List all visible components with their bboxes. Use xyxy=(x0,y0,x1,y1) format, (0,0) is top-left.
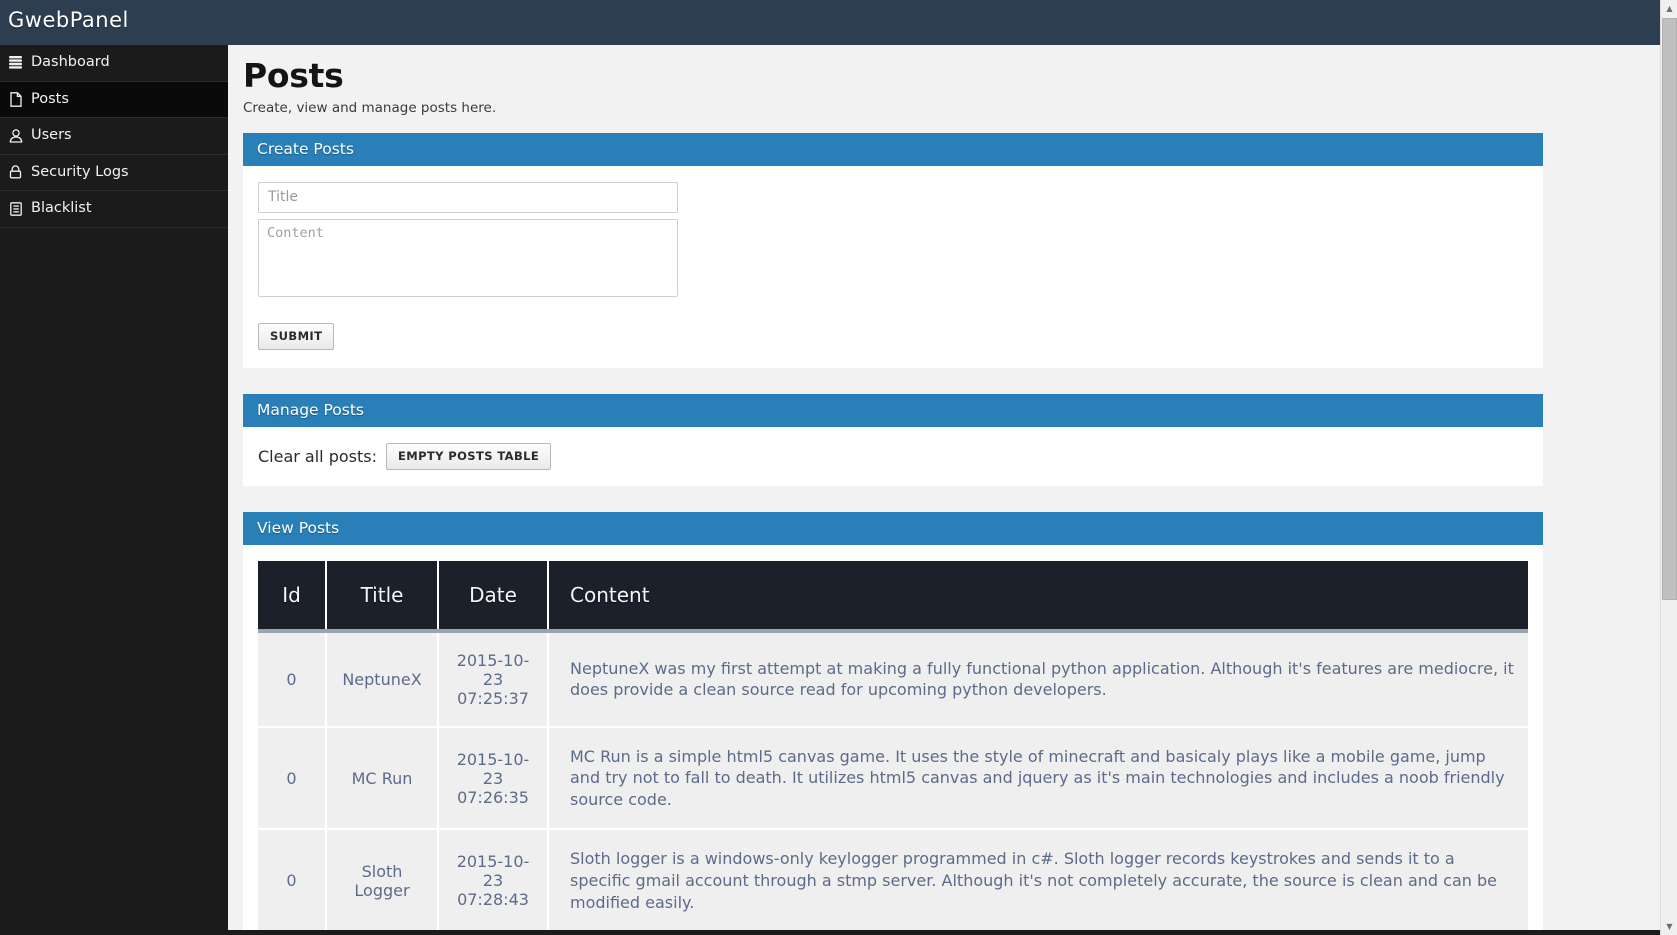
cell-id: 0 xyxy=(258,726,327,831)
post-title-input[interactable] xyxy=(258,181,678,213)
sidebar-item-label: Posts xyxy=(31,90,69,107)
sidebar-item-label: Users xyxy=(31,127,72,143)
view-posts-heading: View Posts xyxy=(243,511,1543,545)
cell-title: Sloth Logger xyxy=(326,829,439,934)
submit-button[interactable]: SUBMIT xyxy=(258,322,335,350)
cell-content: Sloth logger is a windows-only keylogger… xyxy=(548,829,1528,934)
cell-content: NeptuneX was my first attempt at making … xyxy=(548,630,1528,728)
admin-panel-window: GwebPanel Dashboard Posts Users Security… xyxy=(0,0,1677,935)
user-icon xyxy=(7,129,24,143)
manage-posts-panel: Manage Posts Clear all posts: EMPTY POST… xyxy=(243,393,1543,486)
scroll-down-arrow-icon[interactable]: ▼ xyxy=(1661,918,1677,935)
empty-posts-table-button[interactable]: EMPTY POSTS TABLE xyxy=(386,442,552,470)
sidebar-item-users[interactable]: Users xyxy=(0,118,228,155)
table-row[interactable]: 0 Sloth Logger 2015-10-23 07:28:43 Sloth… xyxy=(258,829,1528,934)
cell-title: NeptuneX xyxy=(326,630,439,728)
sidebar-item-label: Security Logs xyxy=(31,163,129,180)
create-posts-heading: Create Posts xyxy=(243,132,1543,166)
brand-logo[interactable]: GwebPanel xyxy=(8,8,129,32)
view-posts-panel: View Posts Id Title Date Content 0 Neptu… xyxy=(243,511,1543,934)
manage-posts-body: Clear all posts: EMPTY POSTS TABLE xyxy=(243,426,1543,486)
sidebar-item-label: Blacklist xyxy=(31,200,92,216)
sidebar-nav: Dashboard Posts Users Security Logs Blac… xyxy=(0,45,228,935)
post-content-textarea[interactable] xyxy=(258,218,678,297)
posts-table: Id Title Date Content 0 NeptuneX 2015-10… xyxy=(258,560,1528,934)
top-bar: GwebPanel xyxy=(0,0,1660,45)
cell-date: 2015-10-23 07:26:35 xyxy=(438,726,549,831)
column-header-date[interactable]: Date xyxy=(438,560,549,633)
create-posts-panel: Create Posts SUBMIT xyxy=(243,132,1543,368)
sidebar-item-label: Dashboard xyxy=(31,54,110,70)
file-icon xyxy=(7,91,24,107)
posts-table-wrapper: Id Title Date Content 0 NeptuneX 2015-10… xyxy=(243,544,1543,934)
list-icon xyxy=(7,201,24,216)
vertical-scrollbar[interactable]: ▲ ▼ xyxy=(1660,0,1677,935)
posts-table-head: Id Title Date Content xyxy=(258,560,1528,633)
column-header-id[interactable]: Id xyxy=(258,560,327,633)
cell-id: 0 xyxy=(258,829,327,934)
database-icon xyxy=(7,55,24,70)
sidebar-item-security-logs[interactable]: Security Logs xyxy=(0,154,228,191)
cell-content: MC Run is a simple html5 canvas game. It… xyxy=(548,726,1528,831)
lock-icon xyxy=(7,165,24,179)
column-header-content[interactable]: Content xyxy=(548,560,1528,633)
table-row[interactable]: 0 NeptuneX 2015-10-23 07:25:37 NeptuneX … xyxy=(258,630,1528,728)
main-content: Posts Create, view and manage posts here… xyxy=(228,45,1660,935)
sidebar-item-dashboard[interactable]: Dashboard xyxy=(0,45,228,82)
scroll-up-arrow-icon[interactable]: ▲ xyxy=(1661,0,1677,17)
page-title: Posts xyxy=(243,56,344,95)
cell-id: 0 xyxy=(258,630,327,728)
create-posts-body: SUBMIT xyxy=(243,165,1543,368)
sidebar-item-blacklist[interactable]: Blacklist xyxy=(0,191,228,228)
manage-posts-heading: Manage Posts xyxy=(243,393,1543,427)
table-header-row: Id Title Date Content xyxy=(258,560,1528,633)
window-bottom-edge xyxy=(0,930,1660,935)
cell-date: 2015-10-23 07:28:43 xyxy=(438,829,549,934)
cell-date: 2015-10-23 07:25:37 xyxy=(438,630,549,728)
scrollbar-thumb[interactable] xyxy=(1662,18,1677,600)
clear-posts-label: Clear all posts: xyxy=(258,446,377,466)
table-row[interactable]: 0 MC Run 2015-10-23 07:26:35 MC Run is a… xyxy=(258,726,1528,831)
page-subtitle: Create, view and manage posts here. xyxy=(243,99,497,116)
posts-table-body: 0 NeptuneX 2015-10-23 07:25:37 NeptuneX … xyxy=(258,630,1528,934)
clear-posts-row: Clear all posts: EMPTY POSTS TABLE xyxy=(258,442,1543,470)
column-header-title[interactable]: Title xyxy=(326,560,439,633)
sidebar-item-posts[interactable]: Posts xyxy=(0,81,228,118)
cell-title: MC Run xyxy=(326,726,439,831)
page-header: Posts Create, view and manage posts here… xyxy=(228,45,1660,116)
